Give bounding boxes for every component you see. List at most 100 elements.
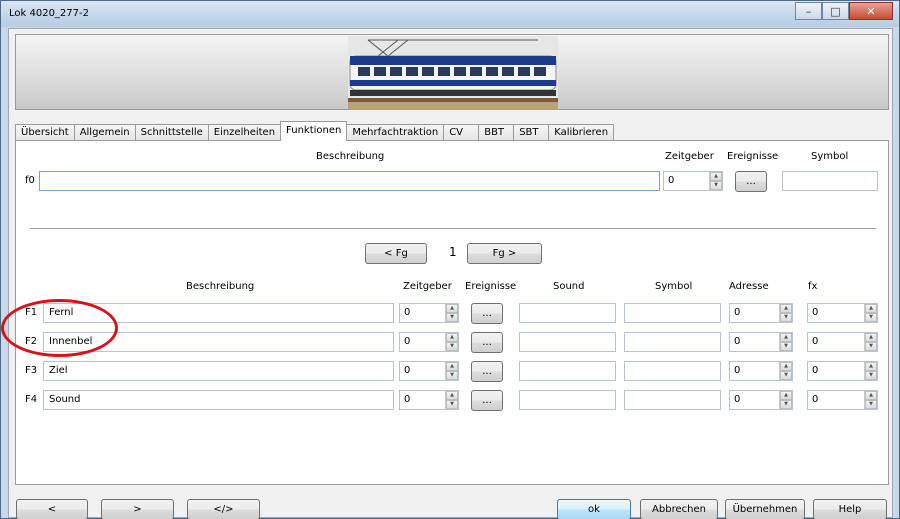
spin-down-icon[interactable]: ▼ — [446, 371, 458, 380]
spin-down-icon[interactable]: ▼ — [710, 181, 722, 190]
ereignisse-button[interactable]: ... — [471, 390, 503, 411]
spin-up-icon[interactable]: ▲ — [780, 333, 792, 342]
spinner-arrows: ▲ ▼ — [445, 362, 458, 380]
tab-einzelheiten[interactable]: Einzelheiten — [207, 124, 282, 141]
beschreibung-header: Beschreibung — [186, 281, 255, 292]
close-button[interactable]: ✕ — [849, 2, 893, 20]
spin-down-icon[interactable]: ▼ — [446, 400, 458, 409]
fx-header: fx — [808, 281, 818, 292]
fx-stepper[interactable]: 0 ▲ ▼ — [807, 390, 878, 410]
spinner-arrows: ▲ ▼ — [445, 304, 458, 322]
symbol-input[interactable] — [624, 361, 721, 381]
zeitgeber-value: 0 — [404, 365, 411, 376]
window-title: Lok 4020_277-2 — [9, 8, 89, 19]
ereignisse-button[interactable]: ... — [471, 332, 503, 353]
forward-button[interactable]: > — [101, 499, 174, 519]
beschreibung-input[interactable]: Ziel — [43, 361, 394, 381]
tab-allgemein[interactable]: Allgemein — [73, 124, 136, 141]
spin-down-icon[interactable]: ▼ — [865, 313, 877, 322]
zeitgeber-stepper[interactable]: 0 ▲ ▼ — [399, 303, 459, 323]
spin-up-icon[interactable]: ▲ — [780, 391, 792, 400]
tab-strip: Übersicht Allgemein Schnittstelle Einzel… — [15, 121, 615, 141]
adresse-stepper[interactable]: 0 ▲ ▼ — [729, 361, 793, 381]
adresse-value: 0 — [734, 365, 741, 376]
spin-up-icon[interactable]: ▲ — [446, 304, 458, 313]
f0-symbol-input[interactable] — [782, 171, 878, 191]
spin-up-icon[interactable]: ▲ — [780, 304, 792, 313]
sound-input[interactable] — [519, 303, 616, 323]
adresse-stepper[interactable]: 0 ▲ ▼ — [729, 390, 793, 410]
next-function-group-button[interactable]: Fg > — [467, 243, 542, 264]
tab-kalibrieren[interactable]: Kalibrieren — [548, 124, 615, 141]
zeitgeber-stepper[interactable]: 0 ▲ ▼ — [399, 390, 459, 410]
f0-beschreibung-header: Beschreibung — [316, 151, 385, 162]
spin-down-icon[interactable]: ▼ — [865, 342, 877, 351]
f0-beschreibung-input[interactable] — [39, 171, 660, 191]
spinner-arrows: ▲ ▼ — [445, 391, 458, 409]
spin-up-icon[interactable]: ▲ — [780, 362, 792, 371]
adresse-stepper[interactable]: 0 ▲ ▼ — [729, 332, 793, 352]
f0-label: f0 — [25, 175, 35, 186]
spin-down-icon[interactable]: ▼ — [446, 342, 458, 351]
spin-down-icon[interactable]: ▼ — [780, 342, 792, 351]
f0-ereignisse-button[interactable]: ... — [735, 171, 767, 192]
locomotive-banner — [15, 34, 889, 110]
spinner-arrows: ▲ ▼ — [779, 391, 792, 409]
sound-input[interactable] — [519, 361, 616, 381]
symbol-input[interactable] — [624, 303, 721, 323]
spin-down-icon[interactable]: ▼ — [780, 400, 792, 409]
f0-zeitgeber-stepper[interactable]: 0 ▲ ▼ — [663, 171, 723, 191]
tab-schnittstelle[interactable]: Schnittstelle — [134, 124, 209, 141]
prev-function-group-button[interactable]: < Fg — [365, 243, 427, 264]
fx-stepper[interactable]: 0 ▲ ▼ — [807, 332, 878, 352]
sound-input[interactable] — [519, 390, 616, 410]
tab-bbt[interactable]: BBT — [478, 124, 515, 141]
spin-down-icon[interactable]: ▼ — [865, 371, 877, 380]
symbol-header: Symbol — [655, 281, 693, 292]
symbol-input[interactable] — [624, 332, 721, 352]
symbol-input[interactable] — [624, 390, 721, 410]
spin-up-icon[interactable]: ▲ — [446, 362, 458, 371]
spinner-arrows: ▲ ▼ — [864, 304, 877, 322]
adresse-stepper[interactable]: 0 ▲ ▼ — [729, 303, 793, 323]
title-bar[interactable]: Lok 4020_277-2 – □ ✕ — [1, 1, 899, 27]
abbrechen-button[interactable]: Abbrechen — [640, 499, 718, 519]
fx-value: 0 — [812, 336, 819, 347]
spin-down-icon[interactable]: ▼ — [780, 371, 792, 380]
fx-stepper[interactable]: 0 ▲ ▼ — [807, 361, 878, 381]
back-button[interactable]: < — [16, 499, 88, 519]
row-label: F4 — [25, 394, 38, 405]
tab-funktionen[interactable]: Funktionen — [280, 121, 348, 141]
spin-down-icon[interactable]: ▼ — [780, 313, 792, 322]
code-view-button[interactable]: </> — [187, 499, 260, 519]
window-controls: – □ ✕ — [795, 2, 893, 20]
spin-up-icon[interactable]: ▲ — [446, 333, 458, 342]
spinner-arrows: ▲ ▼ — [779, 304, 792, 322]
spin-up-icon[interactable]: ▲ — [710, 172, 722, 181]
spin-up-icon[interactable]: ▲ — [865, 391, 877, 400]
spin-down-icon[interactable]: ▼ — [446, 313, 458, 322]
tab-sbt[interactable]: SBT — [513, 124, 550, 141]
spin-up-icon[interactable]: ▲ — [865, 362, 877, 371]
tab-uebersicht[interactable]: Übersicht — [15, 124, 75, 141]
ereignisse-button[interactable]: ... — [471, 303, 503, 324]
help-button[interactable]: Help — [813, 499, 887, 519]
tab-mehrfachtraktion[interactable]: Mehrfachtraktion — [346, 124, 445, 141]
ereignisse-header: Ereignisse — [465, 281, 517, 292]
spinner-arrows: ▲ ▼ — [864, 391, 877, 409]
maximize-button[interactable]: □ — [822, 2, 849, 20]
ok-button[interactable]: ok — [557, 499, 631, 519]
beschreibung-input[interactable]: Sound — [43, 390, 394, 410]
fx-stepper[interactable]: 0 ▲ ▼ — [807, 303, 878, 323]
zeitgeber-stepper[interactable]: 0 ▲ ▼ — [399, 361, 459, 381]
spin-up-icon[interactable]: ▲ — [865, 333, 877, 342]
spin-down-icon[interactable]: ▼ — [865, 400, 877, 409]
minimize-button[interactable]: – — [795, 2, 822, 20]
sound-input[interactable] — [519, 332, 616, 352]
spin-up-icon[interactable]: ▲ — [446, 391, 458, 400]
tab-cv[interactable]: CV — [443, 124, 480, 141]
zeitgeber-stepper[interactable]: 0 ▲ ▼ — [399, 332, 459, 352]
spin-up-icon[interactable]: ▲ — [865, 304, 877, 313]
uebernehmen-button[interactable]: Übernehmen — [725, 499, 805, 519]
ereignisse-button[interactable]: ... — [471, 361, 503, 382]
